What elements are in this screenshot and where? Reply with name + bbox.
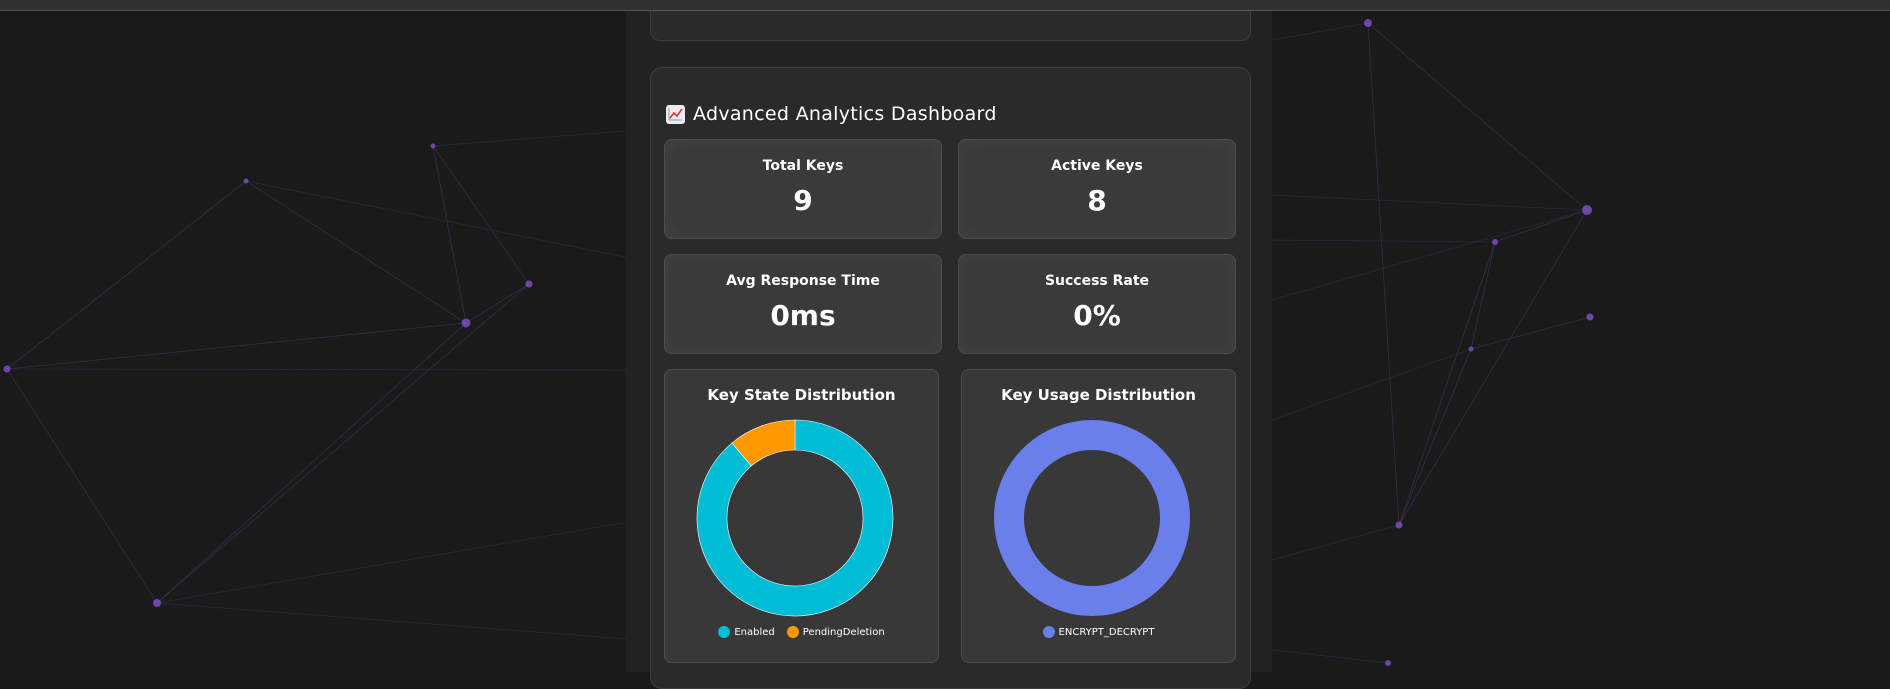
stat-label: Success Rate bbox=[1044, 273, 1150, 289]
network-edge bbox=[156, 322, 467, 604]
legend-label: PendingDeletion bbox=[802, 626, 885, 638]
network-edge bbox=[156, 283, 530, 604]
chart-legend: ENCRYPT_DECRYPT bbox=[962, 626, 1235, 638]
network-edge bbox=[1470, 316, 1591, 350]
legend-item-encrypt-decrypt[interactable]: ENCRYPT_DECRYPT bbox=[1042, 626, 1155, 638]
network-edge bbox=[1398, 209, 1588, 526]
network-node bbox=[1582, 205, 1592, 215]
network-edge bbox=[6, 180, 247, 370]
chart-title: Key State Distribution bbox=[707, 386, 896, 404]
legend-swatch bbox=[718, 626, 731, 638]
chart-increasing-icon bbox=[666, 104, 685, 124]
key-state-donut-chart bbox=[696, 419, 894, 617]
network-node bbox=[1586, 313, 1594, 321]
network-edge bbox=[1271, 194, 1588, 211]
legend-item-enabled[interactable]: Enabled bbox=[718, 626, 775, 638]
network-node bbox=[461, 318, 471, 328]
network-edge bbox=[1271, 209, 1588, 301]
stat-value: 8 bbox=[1087, 184, 1107, 217]
dashboard-header: Advanced Analytics Dashboard bbox=[666, 101, 997, 127]
network-edge bbox=[1271, 649, 1389, 664]
network-node bbox=[153, 599, 161, 607]
network-edge bbox=[156, 602, 641, 641]
network-node bbox=[1492, 239, 1498, 245]
network-node bbox=[243, 178, 249, 184]
stat-label: Active Keys bbox=[1051, 158, 1143, 174]
donut-slice-encrypt_decrypt[interactable] bbox=[994, 420, 1190, 616]
legend-swatch bbox=[1042, 626, 1055, 638]
stat-value: 0% bbox=[1073, 299, 1121, 332]
network-edge bbox=[1271, 524, 1400, 561]
legend-label: Enabled bbox=[734, 626, 775, 638]
network-edge bbox=[156, 519, 641, 604]
network-node bbox=[1364, 19, 1372, 27]
analytics-dashboard-panel: Advanced Analytics Dashboard Total Keys … bbox=[650, 67, 1251, 689]
network-edge bbox=[1470, 241, 1496, 350]
network-edge bbox=[1367, 22, 1400, 526]
dashboard-title: Advanced Analytics Dashboard bbox=[693, 103, 997, 125]
network-edge bbox=[245, 180, 641, 261]
network-edge bbox=[432, 129, 641, 147]
stat-card-active-keys: Active Keys 8 bbox=[958, 139, 1236, 239]
stat-card-total-keys: Total Keys 9 bbox=[664, 139, 942, 239]
network-edge bbox=[1494, 209, 1588, 243]
chart-legend: Enabled PendingDeletion bbox=[665, 626, 938, 638]
legend-label: ENCRYPT_DECRYPT bbox=[1058, 626, 1155, 638]
network-node bbox=[1395, 521, 1403, 529]
network-node bbox=[3, 365, 11, 373]
network-edge bbox=[1398, 241, 1496, 526]
network-edge bbox=[6, 322, 467, 370]
legend-swatch bbox=[786, 626, 799, 638]
previous-section-card bbox=[650, 11, 1251, 41]
network-node bbox=[430, 143, 436, 149]
network-edge bbox=[6, 368, 641, 371]
stat-card-avg-response-time: Avg Response Time 0ms bbox=[664, 254, 942, 354]
network-edge bbox=[6, 368, 158, 604]
network-edge bbox=[1367, 22, 1588, 211]
network-node bbox=[1385, 660, 1391, 666]
key-usage-donut-chart bbox=[994, 420, 1190, 616]
stat-value: 9 bbox=[793, 184, 813, 217]
stat-label: Total Keys bbox=[762, 158, 844, 174]
stat-value: 0ms bbox=[770, 299, 836, 332]
network-node bbox=[1468, 346, 1474, 352]
key-state-chart-card: Key State Distribution Enabled PendingDe… bbox=[664, 369, 939, 663]
browser-top-bar bbox=[0, 0, 1890, 11]
network-edge bbox=[432, 145, 530, 285]
stat-label: Avg Response Time bbox=[726, 273, 880, 289]
network-edge bbox=[245, 180, 467, 324]
network-node bbox=[525, 280, 533, 288]
network-edge bbox=[432, 145, 467, 324]
network-edge bbox=[1271, 22, 1369, 41]
legend-item-pending-deletion[interactable]: PendingDeletion bbox=[786, 626, 885, 638]
chart-title: Key Usage Distribution bbox=[1001, 386, 1196, 404]
network-edge bbox=[465, 283, 530, 324]
network-edge bbox=[1398, 348, 1472, 526]
stat-card-success-rate: Success Rate 0% bbox=[958, 254, 1236, 354]
main-column: Advanced Analytics Dashboard Total Keys … bbox=[626, 11, 1272, 689]
key-usage-chart-card: Key Usage Distribution ENCRYPT_DECRYPT bbox=[961, 369, 1236, 663]
network-edge bbox=[1271, 239, 1496, 243]
network-edge bbox=[1271, 348, 1472, 421]
